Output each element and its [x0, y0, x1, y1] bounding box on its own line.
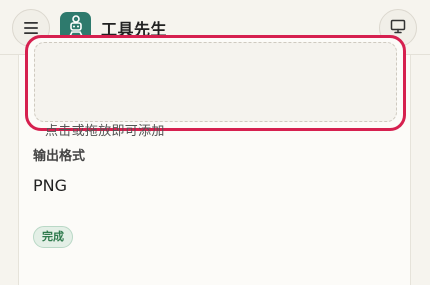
- drop-zone-hint: 点击或拖放即可添加: [45, 124, 165, 139]
- status-badge: 完成: [33, 226, 73, 248]
- output-format-value: PNG: [33, 176, 68, 195]
- file-drop-zone[interactable]: [25, 35, 406, 131]
- conversion-card: 点击或拖放即可添加 输出格式 PNG 完成: [18, 35, 411, 285]
- hamburger-menu-icon: [23, 21, 39, 35]
- output-format-label: 输出格式: [33, 149, 86, 164]
- drop-zone-inner[interactable]: [34, 42, 397, 122]
